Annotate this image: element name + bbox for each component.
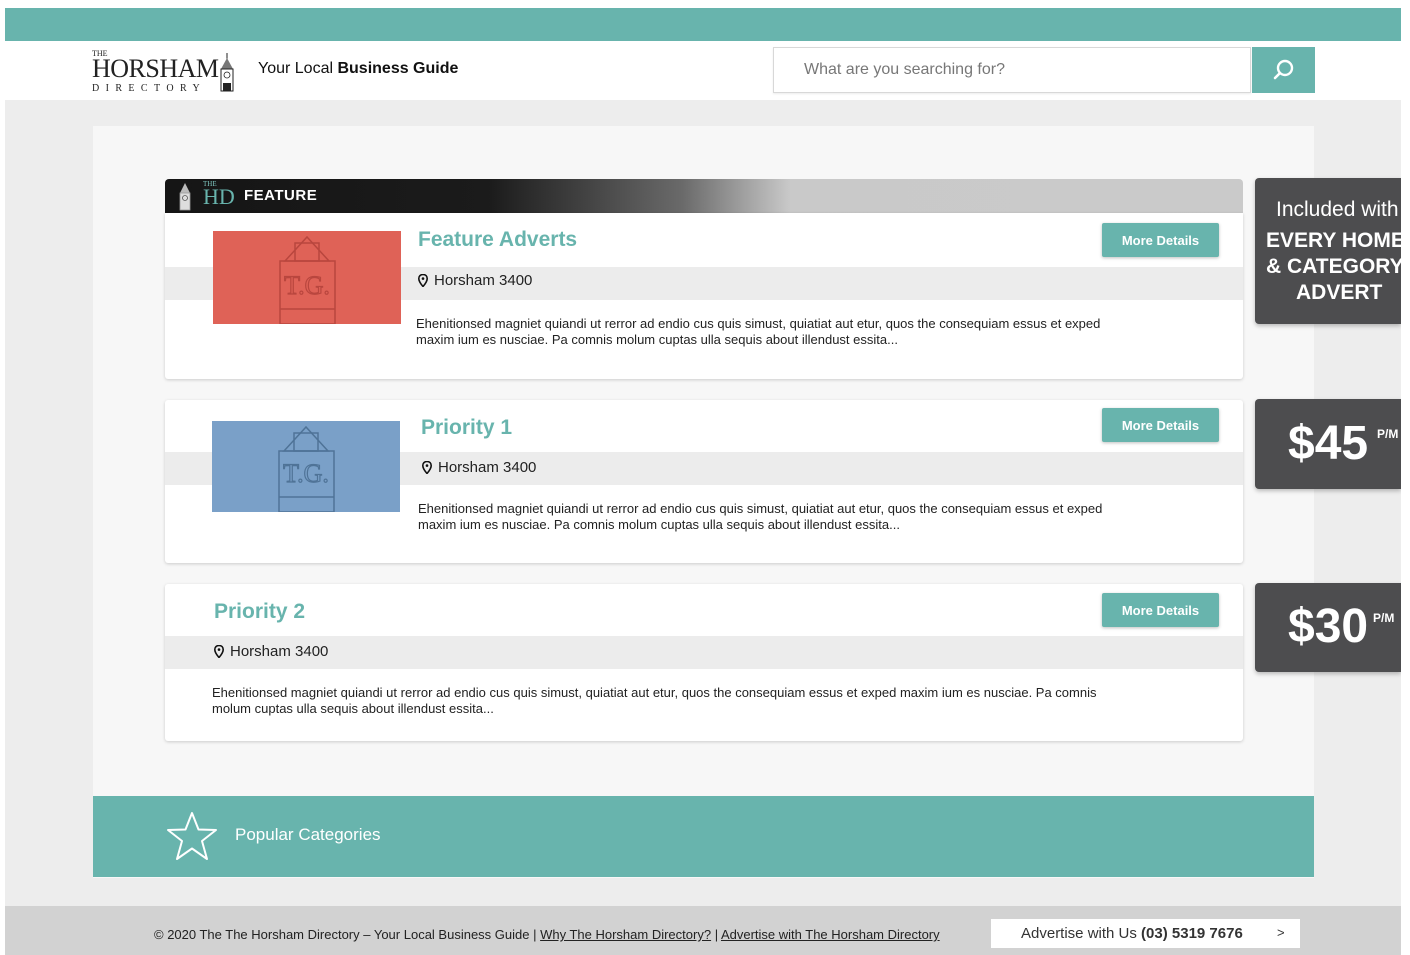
location-text: Horsham 3400 [230,643,329,660]
listing-location: Horsham 3400 [214,643,328,660]
chevron-right-icon: > [1277,925,1285,940]
listing-thumbnail[interactable]: T.G. [213,231,401,324]
advertise-phone: (03) 5319 7676 [1141,925,1243,942]
description-line: Ehenitionsed magniet quiandi ut rerror a… [212,685,1097,700]
included-line: & CATEGORY [1266,255,1401,278]
feature-header-bar: THE HD FEATURE [165,179,1243,213]
thumb-label: T.G. [284,271,330,300]
thumb-label: T.G. [283,459,329,488]
description-line: maxim ium es nusciae. Pa comnis molum cu… [418,517,900,532]
page: THE HORSHAM DIRECTORY Your Local Busines… [5,8,1401,955]
feature-label: FEATURE [244,187,318,204]
clock-tower-icon [220,53,234,92]
horsham-directory-logo[interactable]: THE HORSHAM DIRECTORY [92,49,242,94]
tagline-prefix: Your Local [258,60,338,77]
included-line: Included with [1276,198,1399,221]
price-unit: P/M [1377,427,1399,441]
price-tag-priority-2: $30 P/M [1255,583,1401,672]
description-line: maxim ium es nusciae. Pa comnis molum cu… [416,332,898,347]
search-button[interactable] [1252,47,1315,93]
map-pin-icon [418,274,428,287]
advertise-with-us-button[interactable]: Advertise with Us (03) 5319 7676 > [991,919,1300,948]
logo-sub: DIRECTORY [92,83,207,94]
listing-thumbnail[interactable]: T.G. [212,421,400,512]
listing-location: Horsham 3400 [422,459,536,476]
listing-title[interactable]: Priority 1 [421,416,512,440]
price-value: $45 [1288,417,1369,470]
description-line: Ehenitionsed magniet quiandi ut rerror a… [416,316,1101,331]
listing-description: Ehenitionsed magniet quiandi ut rerror a… [212,685,1212,717]
star-icon [167,812,217,860]
listing-card-priority-1: T.G. Priority 1 Horsham 3400 Ehenitionse… [165,400,1243,563]
price-value: $30 [1288,600,1369,653]
copyright-text: © 2020 The The Horsham Directory – Your … [154,927,530,942]
advertise-text: Advertise with Us (03) 5319 7676 [1021,925,1243,942]
advertise-label: Advertise with Us [1021,925,1142,942]
location-text: Horsham 3400 [434,272,533,289]
footer-copyright: © 2020 The The Horsham Directory – Your … [154,927,940,942]
more-details-button[interactable]: More Details [1102,593,1219,627]
search-input[interactable] [774,48,1244,92]
tower-icon [179,183,191,211]
included-line: ADVERT [1296,281,1383,304]
listing-card-priority-2: Priority 2 Horsham 3400 Ehenitionsed mag… [165,584,1243,741]
price-unit: P/M [1373,611,1395,625]
included-tag: Included with EVERY HOME & CATEGORY ADVE… [1255,178,1401,324]
included-line: EVERY HOME [1266,229,1401,252]
separator: | [711,927,721,942]
location-text: Horsham 3400 [438,459,537,476]
logo-name: HORSHAM [92,54,219,83]
description-line: Ehenitionsed magniet quiandi ut rerror a… [418,501,1103,516]
advertise-link[interactable]: Advertise with The Horsham Directory [721,927,940,942]
footer: © 2020 The The Horsham Directory – Your … [5,906,1401,955]
listing-title[interactable]: Priority 2 [214,600,305,624]
header: THE HORSHAM DIRECTORY Your Local Busines… [5,41,1401,100]
search-icon [1273,59,1293,80]
why-link[interactable]: Why The Horsham Directory? [540,927,711,942]
description-line: molum cuptas ulla sequis about illendust… [212,701,494,716]
price-tag-priority-1: $45 P/M [1255,399,1401,489]
listing-description: Ehenitionsed magniet quiandi ut rerror a… [418,501,1208,533]
tagline: Your Local Business Guide [258,60,458,78]
popular-categories-label: Popular Categories [235,825,381,844]
map-pin-icon [214,645,224,658]
more-details-button[interactable]: More Details [1102,408,1219,442]
main-panel: THE HD FEATURE T.G. Feature Adverts Hors… [93,126,1314,878]
more-details-button[interactable]: More Details [1102,223,1219,257]
building-icon: T.G. [279,235,336,324]
search-box [773,47,1251,93]
separator: | [529,927,541,942]
listing-location: Horsham 3400 [418,272,532,289]
map-pin-icon [422,461,432,474]
feature-hd-logo: HD [203,184,235,209]
building-icon: T.G. [278,425,335,512]
listing-title[interactable]: Feature Adverts [418,228,577,252]
listing-card-feature: T.G. Feature Adverts Horsham 3400 Ehenit… [165,213,1243,379]
tagline-bold: Business Guide [337,60,459,77]
popular-categories-bar[interactable]: Popular Categories [93,796,1314,877]
listing-description: Ehenitionsed magniet quiandi ut rerror a… [416,316,1206,348]
top-accent-bar [5,8,1401,41]
